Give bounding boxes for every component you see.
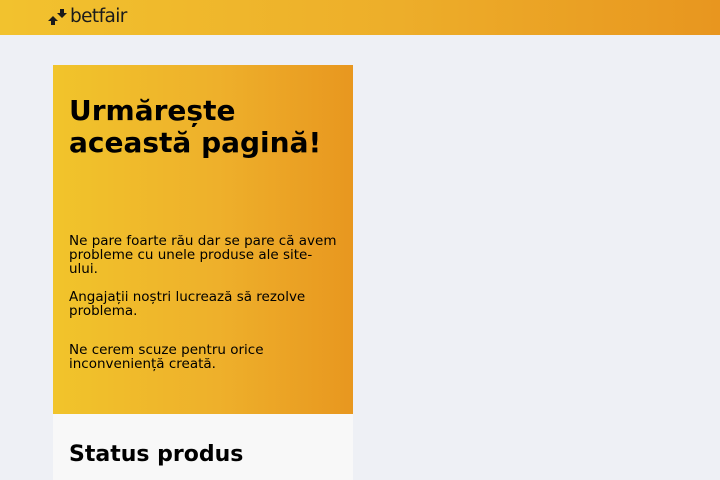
product-status-heading: Status produs: [69, 442, 244, 467]
notice-paragraph-apology: Ne pare foarte rău dar se pare că avem p…: [69, 233, 337, 277]
notice-paragraph-inconvenience: Ne cerem scuze pentru orice inconvenienț…: [69, 342, 264, 372]
notice-title: Urmărește această pagină!: [69, 94, 322, 159]
betfair-logo-link[interactable]: betfair: [47, 7, 127, 27]
product-status-panel: Status produs: [53, 414, 353, 480]
maintenance-notice-card: Urmărește această pagină! Ne pare foarte…: [53, 65, 353, 414]
top-header-bar: betfair: [0, 0, 720, 35]
notice-paragraph-staff-working: Angajații noștri lucrează să rezolve pro…: [69, 289, 306, 319]
betfair-arrows-icon: [48, 9, 67, 25]
brand-name: betfair: [70, 6, 127, 27]
